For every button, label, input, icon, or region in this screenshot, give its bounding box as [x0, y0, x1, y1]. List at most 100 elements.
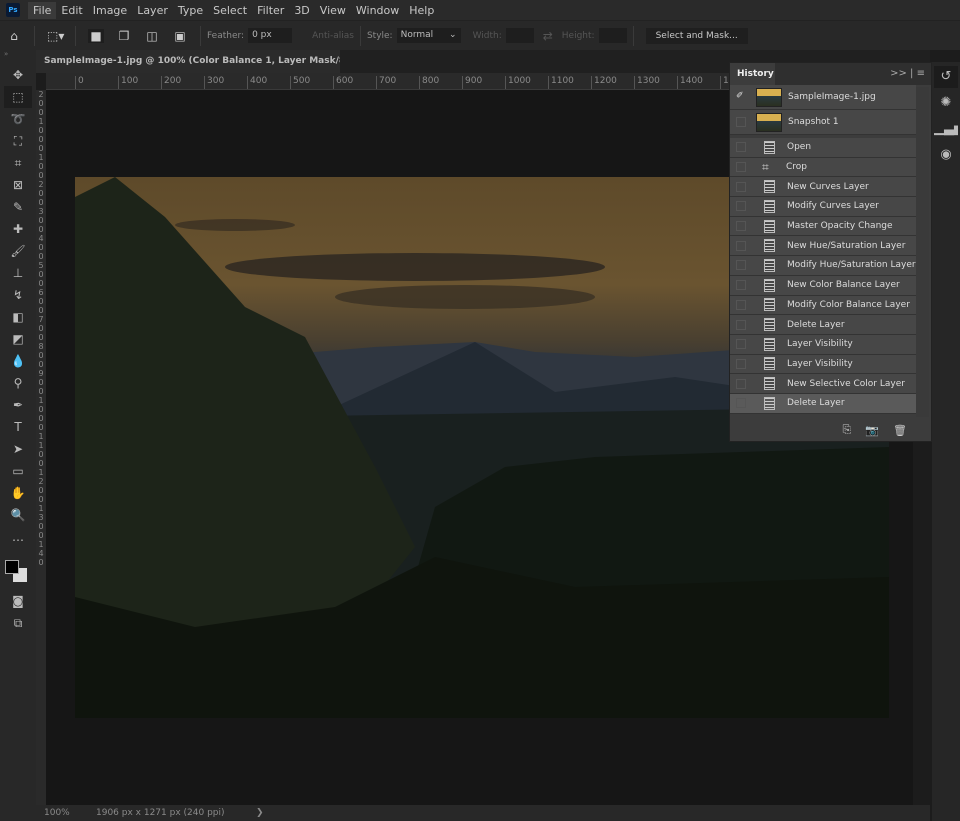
history-brush-source-icon[interactable]: ✐ — [736, 92, 746, 102]
marquee-tool-icon[interactable]: ⬚ — [4, 86, 32, 108]
history-source-checkbox[interactable] — [736, 358, 746, 369]
anti-alias-checkbox[interactable]: Anti-alias — [312, 31, 354, 41]
height-input[interactable] — [598, 28, 627, 43]
history-source-checkbox[interactable] — [736, 378, 746, 389]
feather-input[interactable]: 0 px — [248, 28, 293, 43]
history-step[interactable]: New Selective Color Layer — [730, 374, 916, 394]
rectangular-marquee-preset-icon[interactable]: ⬚▾ — [47, 29, 64, 43]
path-select-icon[interactable]: ➤ — [0, 438, 36, 460]
rectangle-tool-icon[interactable]: ▭ — [0, 460, 36, 482]
menu-help[interactable]: Help — [404, 2, 439, 19]
menu-filter[interactable]: Filter — [252, 2, 289, 19]
history-step[interactable]: Modify Curves Layer — [730, 197, 916, 217]
history-source-checkbox[interactable] — [736, 280, 746, 291]
style-select[interactable]: Normal ⌄ — [396, 28, 461, 43]
screen-mode-icon[interactable]: ⧉ — [0, 612, 36, 634]
paint-bucket-icon[interactable]: ◩ — [0, 328, 36, 350]
histogram-icon[interactable]: ▁▃▅ — [934, 118, 958, 140]
history-step[interactable]: Master Opacity Change — [730, 216, 916, 237]
history-source-checkbox[interactable] — [736, 162, 746, 173]
menu-type[interactable]: Type — [173, 2, 208, 19]
pen-tool-icon[interactable]: ✒ — [0, 394, 36, 416]
zoom-tool-icon[interactable]: 🔍 — [0, 504, 36, 526]
color-swatches[interactable] — [0, 554, 36, 590]
collapse-panel-button[interactable]: >> — [890, 68, 907, 79]
history-source-checkbox[interactable] — [736, 117, 746, 127]
history-snapshot[interactable]: ✐ SampleImage-1.jpg — [730, 85, 916, 110]
menu-3d[interactable]: 3D — [289, 2, 314, 19]
blur-tool-icon[interactable]: 💧 — [0, 350, 36, 372]
zoom-level[interactable]: 100% — [36, 808, 86, 818]
brush-tool-icon[interactable]: 🖌 — [0, 240, 36, 262]
frame-tool-icon[interactable]: ⊠ — [0, 174, 36, 196]
panel-menu-icon[interactable]: ≡ — [917, 68, 925, 79]
history-source-checkbox[interactable] — [736, 240, 746, 251]
history-step-current[interactable]: Delete Layer — [730, 393, 916, 414]
menu-edit[interactable]: Edit — [56, 2, 87, 19]
history-step[interactable]: Delete Layer — [730, 315, 916, 335]
new-selection-icon[interactable]: ■ — [88, 28, 104, 43]
menu-image[interactable]: Image — [88, 2, 132, 19]
history-step[interactable]: Layer Visibility — [730, 334, 916, 355]
history-source-checkbox[interactable] — [736, 260, 746, 271]
eraser-tool-icon[interactable]: ◧ — [0, 306, 36, 328]
history-step[interactable]: New Curves Layer — [730, 177, 916, 198]
delete-state-icon[interactable]: 🗑 — [893, 424, 907, 437]
clone-stamp-icon[interactable]: ⊥ — [0, 262, 36, 284]
menu-view[interactable]: View — [315, 2, 351, 19]
history-source-checkbox[interactable] — [736, 339, 746, 350]
history-step[interactable]: Modify Hue/Saturation Layer — [730, 256, 916, 276]
home-icon[interactable]: ⌂ — [6, 29, 22, 43]
healing-brush-icon[interactable]: ✚ — [0, 218, 36, 240]
history-panel-icon[interactable]: ↺ — [934, 66, 958, 88]
document-tab-title: SampleImage-1.jpg @ 100% (Color Balance … — [44, 56, 340, 66]
select-and-mask-button[interactable]: Select and Mask... — [645, 27, 748, 44]
more-tools-icon[interactable]: … — [0, 526, 36, 548]
history-source-checkbox[interactable] — [736, 299, 746, 310]
menu-file[interactable]: File — [28, 1, 57, 19]
history-step[interactable]: New Color Balance Layer — [730, 275, 916, 296]
subtract-selection-icon[interactable]: ◫ — [144, 29, 160, 43]
swap-icon[interactable]: ⇄ — [540, 29, 556, 43]
foreground-color-swatch[interactable] — [5, 560, 19, 574]
object-select-tool-icon[interactable]: ⛶ — [0, 130, 36, 152]
history-source-checkbox[interactable] — [736, 181, 746, 192]
quick-mask-icon[interactable]: ◙ — [0, 590, 36, 612]
history-step[interactable]: Modify Color Balance Layer — [730, 295, 916, 316]
crop-tool-icon[interactable]: ⌗ — [0, 152, 36, 174]
type-tool-icon[interactable]: T — [0, 416, 36, 438]
history-brush-icon[interactable]: ↯ — [0, 284, 36, 306]
history-tab[interactable]: History — [730, 63, 775, 85]
properties-icon[interactable]: ◉ — [934, 144, 958, 166]
history-source-checkbox[interactable] — [736, 201, 746, 212]
history-source-checkbox[interactable] — [736, 221, 746, 232]
menu-window[interactable]: Window — [351, 2, 404, 19]
eyedropper-tool-icon[interactable]: ✎ — [0, 196, 36, 218]
collapse-toolbar-icon[interactable]: » — [0, 50, 36, 64]
snapshot-label: Snapshot 1 — [788, 117, 839, 127]
document-tab[interactable]: SampleImage-1.jpg @ 100% (Color Balance … — [36, 50, 340, 73]
history-source-checkbox[interactable] — [736, 319, 746, 330]
history-scrollbar[interactable] — [916, 87, 929, 417]
history-step[interactable]: ⌗ Crop — [730, 157, 916, 178]
lasso-tool-icon[interactable]: ➰ — [0, 108, 36, 130]
history-snapshot[interactable]: Snapshot 1 — [730, 110, 916, 135]
history-step[interactable]: Open — [730, 138, 916, 158]
history-source-checkbox[interactable] — [736, 142, 746, 153]
create-snapshot-icon[interactable]: 📷 — [865, 424, 879, 437]
history-step[interactable]: Layer Visibility — [730, 354, 916, 375]
hand-tool-icon[interactable]: ✋ — [0, 482, 36, 504]
menu-layer[interactable]: Layer — [132, 2, 173, 19]
history-source-checkbox[interactable] — [736, 398, 746, 409]
history-step[interactable]: New Hue/Saturation Layer — [730, 236, 916, 257]
move-tool-icon[interactable]: ✥ — [0, 64, 36, 86]
intersect-selection-icon[interactable]: ▣ — [172, 29, 188, 43]
new-document-from-state-icon[interactable]: ⎘ — [843, 423, 852, 437]
history-step-label: New Selective Color Layer — [787, 378, 905, 389]
status-menu-arrow[interactable]: ❯ — [256, 808, 264, 818]
width-input[interactable] — [505, 28, 534, 43]
navigator-icon[interactable]: ✺ — [934, 92, 958, 114]
menu-select[interactable]: Select — [208, 2, 252, 19]
dodge-tool-icon[interactable]: ⚲ — [0, 372, 36, 394]
add-selection-icon[interactable]: ❐ — [116, 29, 132, 43]
